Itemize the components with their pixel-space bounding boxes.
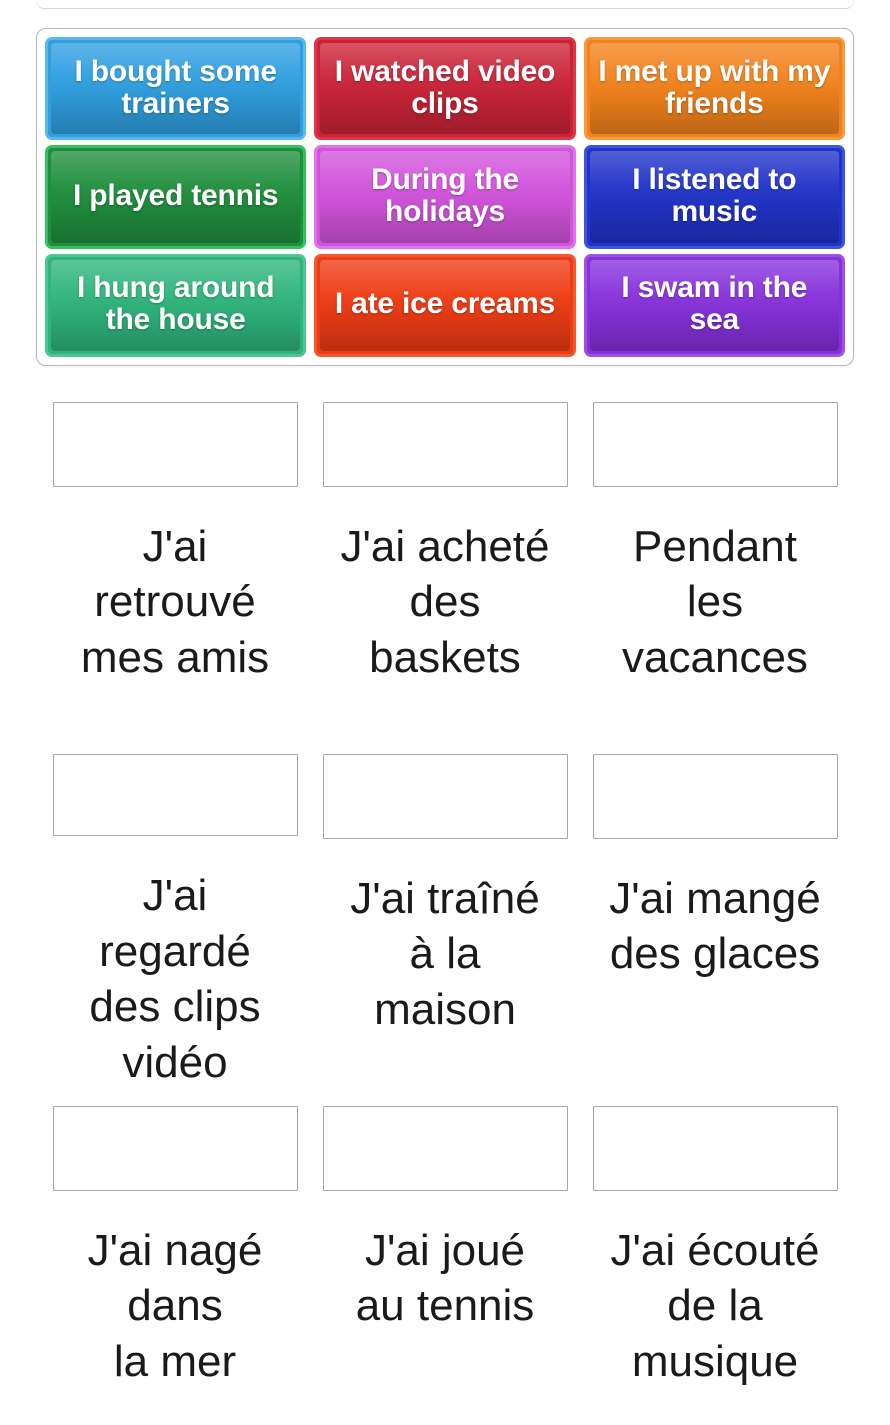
tile-label: I listened to music <box>632 162 797 228</box>
tile-i-watched-video-clips[interactable]: I watched video clips <box>314 37 576 141</box>
tile-label: I bought some trainers <box>74 54 277 120</box>
drop-zone-pendant-les-vacances[interactable] <box>592 402 838 487</box>
drop-zone-jai-nage-dans-la-mer[interactable] <box>52 1106 298 1191</box>
tile-i-bought-some-trainers[interactable]: I bought some trainers <box>45 37 307 141</box>
answer-cell: J'ai joué au tennis <box>310 1090 580 1425</box>
tile-i-played-tennis[interactable]: I played tennis <box>45 145 307 249</box>
answer-jai-regarde-des-clips-video: J'ai regardé des clips vidéo <box>89 871 261 1087</box>
tile-row: I bought some trainers I watched video cl… <box>45 37 845 141</box>
tile-label: During the holidays <box>370 162 519 228</box>
answer-grid: J'ai retrouvé mes amis J'ai acheté des ba… <box>40 386 850 1425</box>
tile-label: I hung around the house <box>76 271 275 337</box>
tile-label: I played tennis <box>72 178 279 212</box>
answer-cell: J'ai nagé dans la mer <box>40 1090 310 1425</box>
tile-label: I ate ice creams <box>334 287 556 321</box>
answer-cell: J'ai acheté des baskets <box>310 386 580 738</box>
drop-zone-jai-mange-des-glaces[interactable] <box>592 754 838 839</box>
tile-i-ate-ice-creams[interactable]: I ate ice creams <box>314 253 576 357</box>
answer-jai-nage-dans-la-mer: J'ai nagé dans la mer <box>87 1226 263 1386</box>
answer-cell: J'ai mangé des glaces <box>580 738 850 1090</box>
tile-tray: I bought some trainers I watched video cl… <box>36 28 854 366</box>
answer-row: J'ai retrouvé mes amis J'ai acheté des ba… <box>40 386 850 738</box>
tile-label: I met up with my friends <box>598 54 831 120</box>
answer-cell: J'ai écouté de la musique <box>580 1090 850 1425</box>
answer-row: J'ai regardé des clips vidéo J'ai traîné … <box>40 738 850 1090</box>
tile-i-met-up-with-my-friends[interactable]: I met up with my friends <box>583 37 845 141</box>
drop-zone-jai-joue-au-tennis[interactable] <box>322 1106 568 1191</box>
top-cutoff-panel <box>36 0 854 9</box>
answer-cell: J'ai traîné à la maison <box>310 738 580 1090</box>
answer-cell: Pendant les vacances <box>580 386 850 738</box>
tile-i-hung-around-the-house[interactable]: I hung around the house <box>45 253 307 357</box>
answer-jai-achete-des-baskets: J'ai acheté des baskets <box>340 522 550 682</box>
answer-jai-retrouve-mes-amis: J'ai retrouvé mes amis <box>80 522 270 682</box>
answer-cell: J'ai regardé des clips vidéo <box>40 738 310 1090</box>
answer-jai-traine-a-la-maison: J'ai traîné à la maison <box>350 874 540 1034</box>
drop-zone-jai-achete-des-baskets[interactable] <box>322 402 568 487</box>
answer-row: J'ai nagé dans la mer J'ai joué au tennis… <box>40 1090 850 1425</box>
activity-canvas: I bought some trainers I watched video cl… <box>0 0 890 1425</box>
tile-row: I hung around the house I ate ice creams I… <box>45 253 845 357</box>
tile-label: I watched video clips <box>334 54 556 120</box>
drop-zone-jai-traine-a-la-maison[interactable] <box>322 754 568 839</box>
answer-jai-ecoute-de-la-musique: J'ai écouté de la musique <box>610 1226 820 1386</box>
tile-i-swam-in-the-sea[interactable]: I swam in the sea <box>583 253 845 357</box>
answer-pendant-les-vacances: Pendant les vacances <box>622 522 808 682</box>
tile-i-listened-to-music[interactable]: I listened to music <box>583 145 845 249</box>
tile-row: I played tennis During the holidays I list… <box>45 145 845 249</box>
answer-jai-mange-des-glaces: J'ai mangé des glaces <box>609 874 821 979</box>
tile-during-the-holidays[interactable]: During the holidays <box>314 145 576 249</box>
drop-zone-jai-ecoute-de-la-musique[interactable] <box>592 1106 838 1191</box>
answer-jai-joue-au-tennis: J'ai joué au tennis <box>355 1226 535 1331</box>
drop-zone-jai-regarde-des-clips-video[interactable] <box>52 754 298 837</box>
drop-zone-jai-retrouve-mes-amis[interactable] <box>52 402 298 487</box>
tile-label: I swam in the sea <box>621 271 808 337</box>
answer-cell: J'ai retrouvé mes amis <box>40 386 310 738</box>
